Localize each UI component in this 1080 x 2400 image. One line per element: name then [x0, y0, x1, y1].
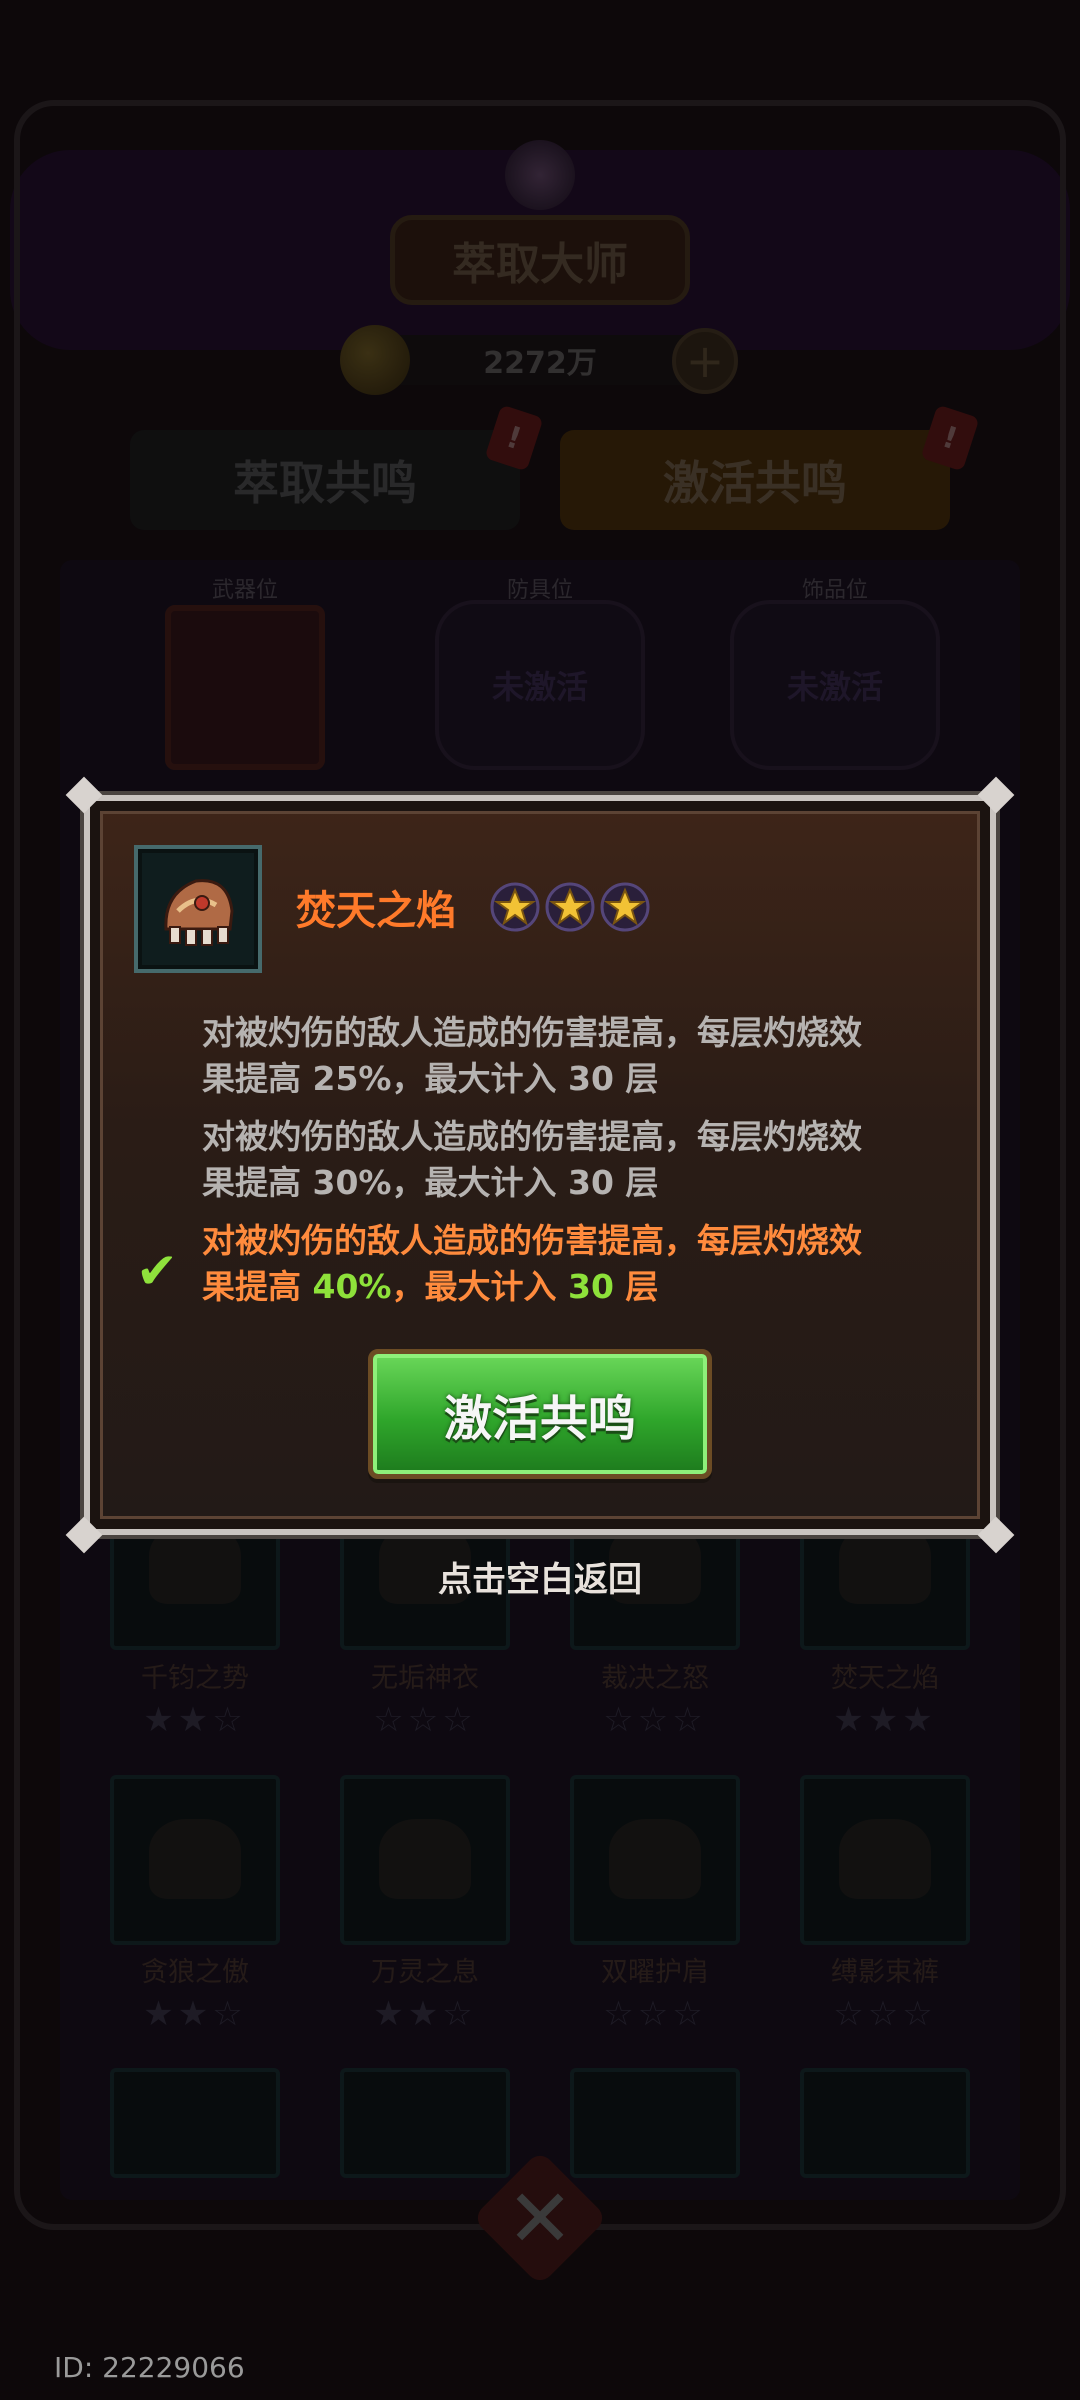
gauntlet-icon: [164, 879, 234, 946]
item-icon-frame: [134, 845, 262, 973]
star-icon: [600, 882, 650, 932]
tier-description-active: 对被灼伤的敌人造成的伤害提高，每层灼烧效 果提高 40%，最大计入 30 层: [202, 1218, 942, 1310]
tier-text: 对被灼伤的敌人造成的伤害提高，每层灼烧效: [202, 1117, 862, 1156]
tier-layers: 30: [568, 1267, 614, 1306]
tier-layers: 30: [568, 1059, 614, 1098]
tier-text: 果提高 40%，最大计入 30 层: [202, 1267, 659, 1306]
tier-text: 果提高 25%，最大计入 30 层: [202, 1059, 659, 1098]
tap-blank-to-return-hint: 点击空白返回: [438, 1560, 642, 1600]
activate-resonance-button[interactable]: 激活共鸣: [368, 1349, 712, 1479]
item-title: 焚天之焰: [296, 888, 456, 934]
tier-value: 30%: [312, 1163, 392, 1202]
tier-text: 果提高 30%，最大计入 30 层: [202, 1163, 659, 1202]
star-icon: [545, 882, 595, 932]
star-icon: [490, 882, 540, 932]
tier-text: 对被灼伤的敌人造成的伤害提高，每层灼烧效: [202, 1221, 862, 1260]
checkmark-icon: ✔: [136, 1242, 178, 1300]
tier-value: 40%: [312, 1267, 392, 1306]
tier-layers: 30: [568, 1163, 614, 1202]
tier-value: 25%: [312, 1059, 392, 1098]
tier-text: 对被灼伤的敌人造成的伤害提高，每层灼烧效: [202, 1013, 862, 1052]
tier-description: 对被灼伤的敌人造成的伤害提高，每层灼烧效 果提高 25%，最大计入 30 层: [202, 1010, 942, 1102]
tier-description: 对被灼伤的敌人造成的伤害提高，每层灼烧效 果提高 30%，最大计入 30 层: [202, 1114, 942, 1206]
player-id: ID: 22229066: [54, 2351, 245, 2384]
